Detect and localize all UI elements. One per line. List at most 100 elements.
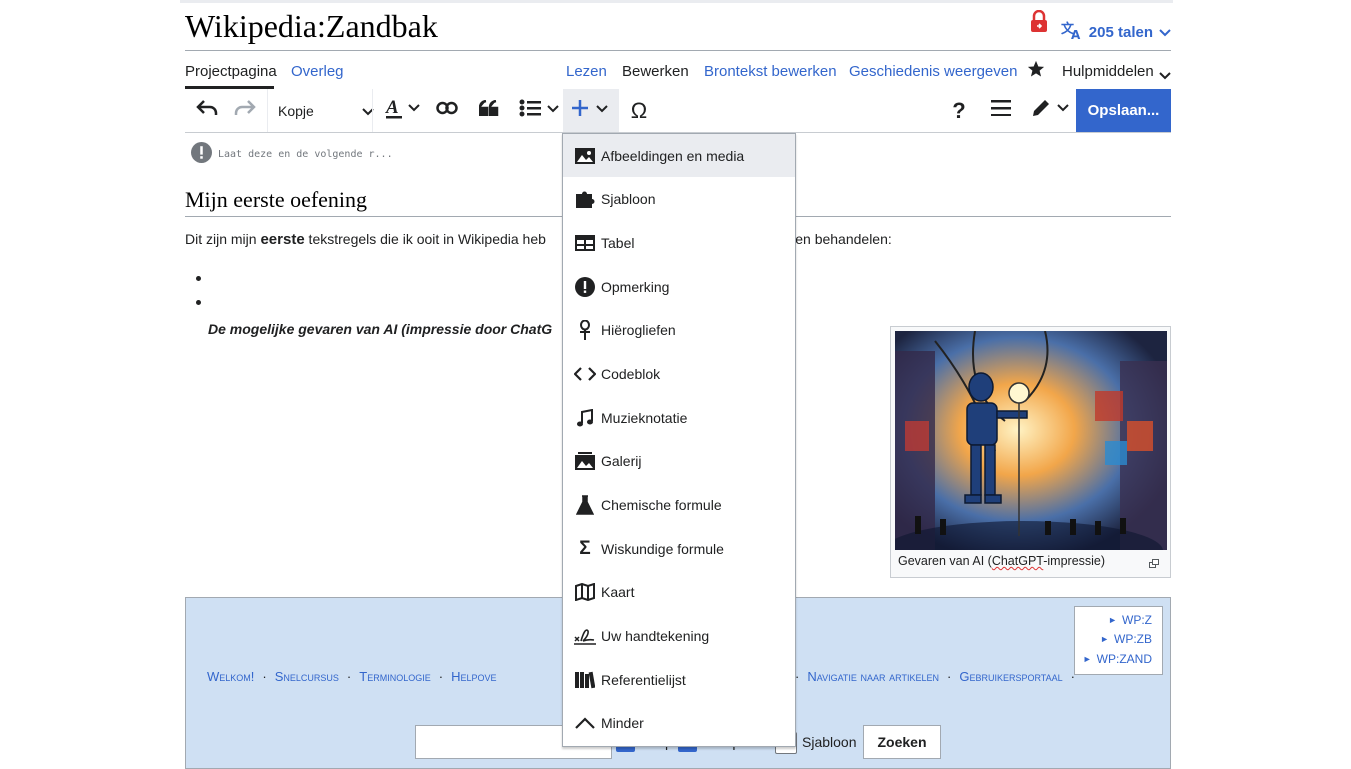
insert-button[interactable]: [563, 89, 619, 132]
svg-text:A: A: [385, 97, 399, 118]
list-button[interactable]: [517, 89, 561, 132]
menu-item-music[interactable]: Muzieknotatie: [563, 396, 795, 439]
text-style-button[interactable]: A: [381, 89, 425, 132]
menu-item-map[interactable]: Kaart: [563, 570, 795, 613]
sigma-icon: Σ: [579, 537, 591, 559]
chevron-down-icon[interactable]: [1159, 67, 1171, 85]
bullet-list-icon: [519, 99, 559, 122]
table-icon: [574, 233, 596, 253]
arrow-right-icon: ►: [1100, 634, 1109, 644]
redo-button[interactable]: [231, 89, 259, 132]
menu-item-label: Galerij: [601, 452, 642, 469]
menu-item-label: Muzieknotatie: [601, 409, 688, 426]
references-icon: [574, 670, 596, 690]
search-button[interactable]: Zoeken: [863, 725, 941, 759]
menu-item-images-media[interactable]: Afbeeldingen en media: [563, 134, 795, 177]
nav-link[interactable]: Welkom!: [207, 669, 254, 684]
chevron-down-icon: [1159, 24, 1171, 41]
menu-item-table[interactable]: Tabel: [563, 221, 795, 264]
menu-item-signature[interactable]: Uw handtekening: [563, 614, 795, 657]
list-bullet: [196, 300, 201, 305]
menu-item-less[interactable]: Minder: [563, 701, 795, 744]
shortcut-item[interactable]: ► WP:ZAND: [1083, 652, 1152, 666]
help-button[interactable]: ?: [945, 89, 973, 132]
svg-text:A: A: [1071, 28, 1081, 40]
nav-link[interactable]: Navigatie naar artikelen: [807, 669, 939, 684]
tab-projectpagina[interactable]: Projectpagina: [185, 63, 277, 80]
alert-icon: [191, 142, 212, 166]
special-character-button[interactable]: Ω: [625, 89, 653, 132]
watch-star-icon[interactable]: [1027, 60, 1045, 83]
gallery-icon: [574, 451, 596, 471]
nav-link[interactable]: Snelcursus: [275, 669, 339, 684]
caption-misspelled-word[interactable]: ChatGPT: [992, 554, 1043, 568]
nav-link[interactable]: Terminologie: [359, 669, 430, 684]
lock-icon[interactable]: [1029, 9, 1049, 39]
menu-icon: [991, 100, 1011, 121]
image-thumbnail[interactable]: Gevaren van AI (ChatGPT-impressie): [890, 326, 1171, 578]
tab-overleg[interactable]: Overleg: [291, 63, 344, 80]
menu-item-label: Codeblok: [601, 365, 661, 382]
language-selector[interactable]: 文A 205 talen: [1061, 20, 1171, 44]
image-caption-italic: De mogelijke gevaren van AI (impressie d…: [208, 321, 553, 337]
chevron-up-icon: [574, 713, 596, 733]
undo-icon: [196, 99, 218, 122]
menu-item-code-block[interactable]: Codeblok: [563, 352, 795, 395]
menu-item-hieroglyphs[interactable]: Hiërogliefen: [563, 308, 795, 351]
tab-bewerken[interactable]: Bewerken: [622, 63, 689, 80]
menu-item-chemical-formula[interactable]: Chemische formule: [563, 483, 795, 526]
quote-icon: [478, 99, 499, 121]
tab-brontekst-bewerken[interactable]: Brontekst bewerken: [704, 63, 837, 80]
nav-link[interactable]: Gebruikersportaal: [959, 669, 1062, 684]
arrow-right-icon: ►: [1108, 615, 1117, 625]
menu-item-math-formula[interactable]: Σ Wiskundige formule: [563, 527, 795, 570]
sjabloon-checkbox-label: Sjabloon: [802, 734, 857, 750]
shortcut-label: WP:ZAND: [1096, 652, 1152, 666]
menu-item-label: Chemische formule: [601, 496, 722, 513]
insert-dropdown-menu: Afbeeldingen en media Sjabloon Tabel Opm…: [562, 133, 796, 747]
alert-icon: [574, 276, 596, 297]
enlarge-icon[interactable]: [1149, 555, 1160, 573]
link-icon: [436, 101, 458, 120]
list-bullet: [196, 276, 201, 281]
edit-notice-text: Laat deze en de volgende r...: [218, 148, 393, 160]
music-icon: [574, 408, 596, 428]
footer-nav-links-right: · Navigatie naar artikelen · Gebruikersport…: [795, 669, 1075, 684]
redo-icon: [234, 99, 256, 122]
menu-item-label: Tabel: [601, 234, 635, 251]
menu-item-label: Wiskundige formule: [601, 540, 724, 557]
paragraph: Dit zijn mijn eerste tekstregels die ik …: [185, 231, 546, 248]
menu-item-label: Kaart: [601, 583, 635, 600]
page-options-button[interactable]: [987, 89, 1015, 132]
quote-button[interactable]: [475, 89, 503, 132]
page-tabs: Projectpagina Overleg Lezen Bewerken Bro…: [185, 51, 1171, 89]
shortcut-item[interactable]: ► WP:ZB: [1100, 632, 1152, 646]
caption-text: -impressie): [1043, 554, 1106, 568]
tab-geschiedenis[interactable]: Geschiedenis weergeven: [849, 63, 1017, 80]
edit-notice[interactable]: Laat deze en de volgende r...: [191, 142, 393, 166]
undo-button[interactable]: [193, 89, 221, 132]
tools-menu[interactable]: Hulpmiddelen: [1062, 63, 1154, 80]
text-style-icon: A: [385, 97, 421, 124]
save-button[interactable]: Opslaan...: [1076, 89, 1171, 132]
omega-icon: Ω: [630, 97, 648, 123]
arrow-right-icon: ►: [1082, 654, 1092, 664]
link-button[interactable]: [433, 89, 461, 132]
menu-item-references[interactable]: Referentielijst: [563, 658, 795, 701]
pencil-icon: [1031, 98, 1071, 123]
shortcut-item[interactable]: ► WP:Z: [1108, 613, 1152, 627]
translate-icon: 文A: [1061, 20, 1083, 44]
menu-item-comment[interactable]: Opmerking: [563, 265, 795, 308]
paragraph-format-select[interactable]: Kopje: [269, 89, 380, 132]
ai-robot-image[interactable]: [895, 331, 1167, 550]
edit-mode-button[interactable]: [1029, 89, 1073, 132]
menu-item-template[interactable]: Sjabloon: [563, 177, 795, 220]
nav-link[interactable]: Helpove: [451, 669, 496, 684]
tab-lezen[interactable]: Lezen: [566, 63, 607, 80]
thumbnail-caption: Gevaren van AI (ChatGPT-impressie): [898, 554, 1105, 568]
menu-item-label: Minder: [601, 714, 644, 731]
bold-text: eerste: [260, 231, 305, 248]
code-icon: [574, 364, 596, 384]
menu-item-gallery[interactable]: Galerij: [563, 439, 795, 482]
top-divider: [180, 0, 1173, 3]
